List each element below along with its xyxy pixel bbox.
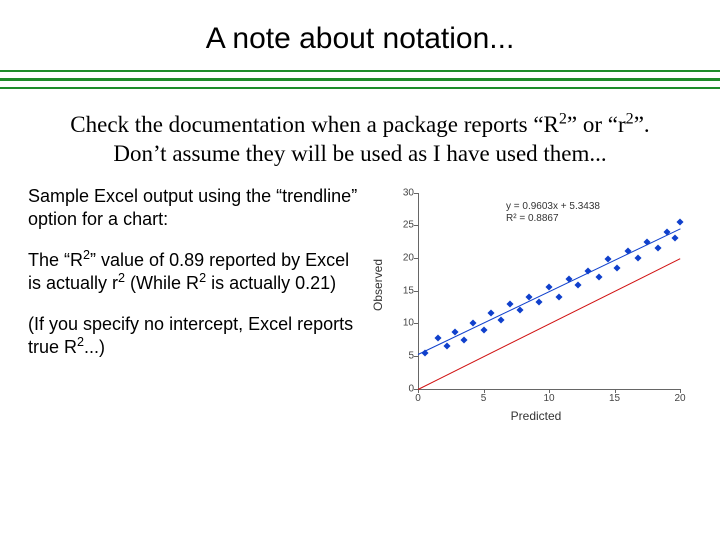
y-tick-label: 15 bbox=[384, 285, 414, 296]
body-row: Sample Excel output using the “trendline… bbox=[0, 179, 720, 445]
x-tick-label: 20 bbox=[674, 393, 685, 404]
r-squared-value: R² = 0.8867 bbox=[506, 213, 600, 226]
slide-title: A note about notation... bbox=[0, 0, 720, 70]
para-1: Sample Excel output using the “trendline… bbox=[28, 185, 364, 231]
y-tick-label: 20 bbox=[384, 252, 414, 263]
y-tick-label: 10 bbox=[384, 318, 414, 329]
x-tick-label: 10 bbox=[543, 393, 554, 404]
x-axis-label: Predicted bbox=[376, 409, 696, 423]
chart-container: Observed Predicted y = 0.9603x + 5.3438 … bbox=[376, 185, 696, 445]
y-tick-label: 30 bbox=[384, 187, 414, 198]
y-tick-label: 25 bbox=[384, 220, 414, 231]
para-2: The “R2” value of 0.89 reported by Excel… bbox=[28, 249, 364, 295]
para-3: (If you specify no intercept, Excel repo… bbox=[28, 313, 364, 359]
x-tick-label: 15 bbox=[609, 393, 620, 404]
scatter-chart: Observed Predicted y = 0.9603x + 5.3438 … bbox=[376, 185, 696, 435]
slide: A note about notation... Check the docum… bbox=[0, 0, 720, 540]
chart-annotation: y = 0.9603x + 5.3438 R² = 0.8867 bbox=[506, 201, 600, 226]
divider bbox=[0, 70, 720, 89]
trend-equation: y = 0.9603x + 5.3438 bbox=[506, 201, 600, 214]
subhead-text: Check the documentation when a package r… bbox=[70, 112, 559, 137]
y-tick-label: 0 bbox=[384, 383, 414, 394]
y-tick-label: 5 bbox=[384, 350, 414, 361]
x-tick-label: 5 bbox=[481, 393, 487, 404]
body-text: Sample Excel output using the “trendline… bbox=[28, 185, 364, 445]
y-axis-label: Observed bbox=[371, 245, 385, 325]
subheading: Check the documentation when a package r… bbox=[70, 111, 650, 169]
x-tick-label: 0 bbox=[415, 393, 421, 404]
